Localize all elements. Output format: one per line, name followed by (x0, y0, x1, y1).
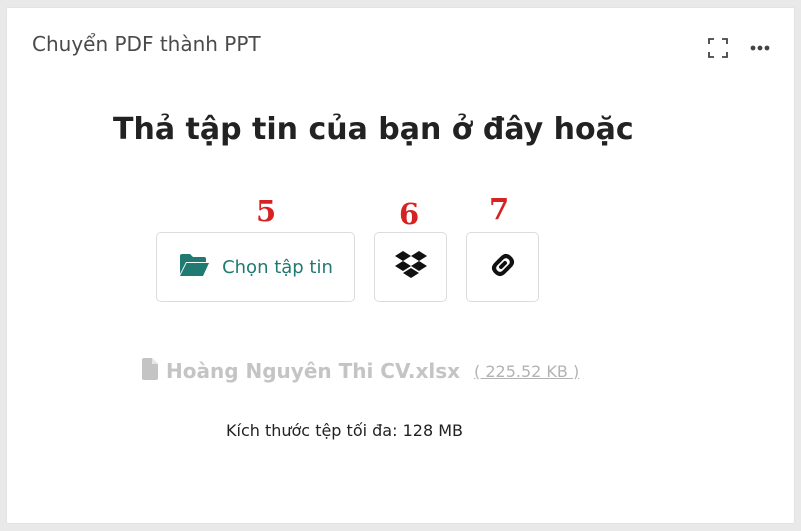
selected-file: Hoàng Nguyên Thi CV.xlsx ( 225.52 KB ) (142, 358, 579, 384)
dropbox-icon (394, 250, 427, 284)
fullscreen-icon[interactable] (706, 36, 730, 60)
link-button[interactable] (466, 232, 539, 302)
file-icon (142, 358, 158, 384)
card-title: Chuyển PDF thành PPT (32, 32, 261, 56)
marker-7: 7 (489, 192, 510, 226)
choose-file-label: Chọn tập tin (222, 256, 333, 278)
marker-6: 6 (399, 197, 420, 231)
file-name: Hoàng Nguyên Thi CV.xlsx (166, 359, 461, 383)
dropbox-button[interactable] (374, 232, 447, 302)
card-actions (706, 36, 772, 60)
folder-open-icon (178, 252, 210, 282)
choose-file-button[interactable]: Chọn tập tin (156, 232, 355, 302)
file-size: ( 225.52 KB ) (474, 361, 580, 381)
converter-card: Chuyển PDF thành PPT Thả tập tin của bạn… (6, 7, 795, 524)
more-dots-icon[interactable] (748, 36, 772, 60)
max-file-size: Kích thước tệp tối đa: 128 MB (226, 421, 463, 440)
link-icon (487, 249, 519, 285)
drop-headline: Thả tập tin của bạn ở đây hoặc (113, 112, 634, 147)
marker-5: 5 (256, 194, 277, 228)
